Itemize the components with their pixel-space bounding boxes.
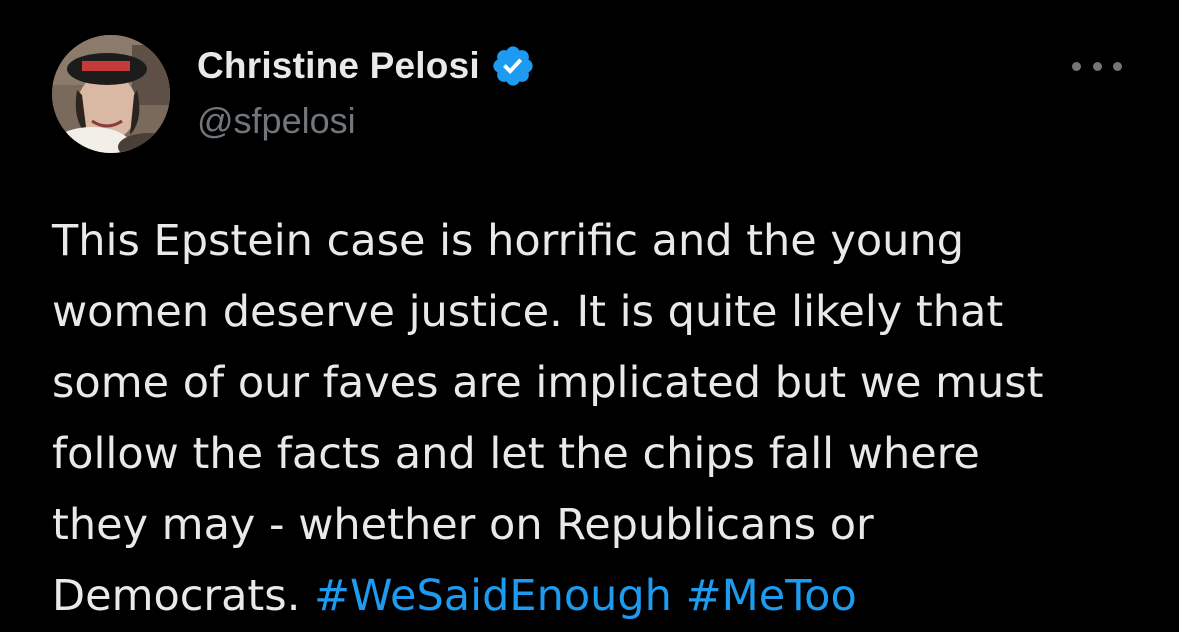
tweet-line-last: Democrats. #WeSaidEnough #MeToo	[52, 561, 1152, 632]
tweet-text: This Epstein case is horrific and the yo…	[52, 206, 1152, 632]
verified-badge-icon[interactable]	[490, 43, 536, 89]
hashtag-link[interactable]: #MeToo	[686, 571, 857, 621]
dot	[1072, 61, 1081, 71]
display-name[interactable]: Christine Pelosi	[197, 45, 480, 87]
tweet-line: they may - whether on Republicans or	[52, 500, 874, 550]
avatar[interactable]	[52, 35, 170, 153]
tweet-line: follow the facts and let the chips fall …	[52, 429, 980, 479]
avatar-image	[52, 35, 170, 153]
hashtag-link[interactable]: #WeSaidEnough	[314, 571, 672, 621]
more-options-icon[interactable]	[1072, 54, 1122, 78]
dot	[1113, 61, 1122, 71]
dot	[1092, 61, 1102, 71]
author-info: Christine Pelosi @sfpelosi	[197, 40, 536, 160]
tweet-line: This Epstein case is horrific and the yo…	[52, 216, 964, 266]
tweet-line-text: Democrats.	[52, 571, 315, 621]
tweet-line: some of our faves are implicated but we …	[52, 358, 1044, 408]
name-row: Christine Pelosi	[197, 40, 536, 92]
tweet-line: women deserve justice. It is quite likel…	[52, 287, 1004, 337]
tweet[interactable]: Christine Pelosi @sfpelosi This Epstein …	[0, 0, 1179, 621]
handle[interactable]: @sfpelosi	[197, 100, 536, 142]
